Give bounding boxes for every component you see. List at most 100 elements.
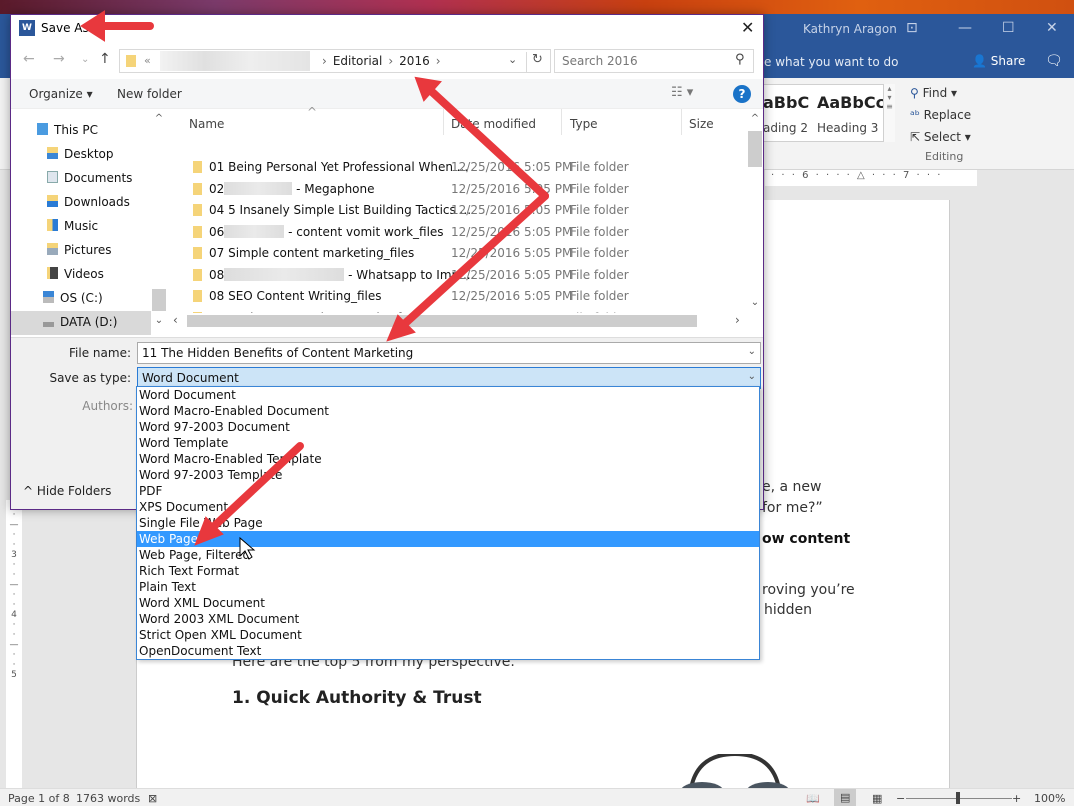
nav-scroll-thumb[interactable] (152, 289, 166, 311)
nav-pictures[interactable]: Pictures (11, 239, 151, 263)
print-layout-icon[interactable]: ▤ (834, 789, 857, 806)
type-option[interactable]: Word 97-2003 Document (137, 419, 759, 435)
type-option[interactable]: Word 2003 XML Document (137, 611, 759, 627)
close-icon[interactable]: ✕ (1046, 20, 1058, 36)
scroll-up-icon[interactable]: ^ (747, 113, 763, 124)
find-button[interactable]: ⚲ Find ▾ (910, 82, 971, 104)
file-row[interactable]: 01 Being Personal Yet Professional When … (181, 157, 751, 178)
hide-folders-button[interactable]: ^ Hide Folders (23, 484, 111, 498)
column-divider[interactable] (561, 109, 562, 135)
nav-videos[interactable]: Videos (11, 263, 151, 287)
forward-icon[interactable]: → (53, 51, 65, 67)
chevron-down-icon[interactable]: ⌄ (748, 371, 756, 382)
file-scroll-thumb[interactable] (748, 131, 762, 167)
read-mode-icon[interactable]: 📖 (806, 792, 820, 805)
comment-icon[interactable]: 🗨 (1045, 53, 1063, 69)
back-icon[interactable]: ← (23, 51, 35, 67)
scroll-down-icon[interactable]: ⌄ (151, 315, 167, 326)
file-row[interactable]: 02 - Megaphone 12/25/2016 5:05 PM File fol… (181, 179, 751, 200)
file-list-hscrollbar[interactable]: ‹ › (169, 313, 747, 329)
column-size[interactable]: Size (689, 117, 714, 131)
style-heading3-sample[interactable]: AaBbCc (817, 93, 885, 112)
type-option[interactable]: Word Macro-Enabled Document (137, 403, 759, 419)
type-option[interactable]: Single File Web Page (137, 515, 759, 531)
file-row[interactable]: 04 5 Insanely Simple List Building Tacti… (181, 200, 751, 221)
nav-data-d[interactable]: DATA (D:) (11, 311, 151, 335)
scroll-left-icon[interactable]: ‹ (173, 313, 178, 327)
address-bar[interactable]: « › Editorial › 2016 › ⌄ ↻ (119, 49, 551, 73)
type-option[interactable]: Word XML Document (137, 595, 759, 611)
new-folder-button[interactable]: New folder (117, 87, 182, 101)
minimize-icon[interactable]: — (958, 20, 972, 36)
folder-icon (126, 55, 136, 67)
nav-documents[interactable]: Documents (11, 167, 151, 191)
search-icon[interactable]: ⚲ (735, 52, 745, 67)
chevron-down-icon[interactable]: ⌄ (748, 346, 756, 357)
type-option[interactable]: Web Page (137, 531, 759, 547)
replace-button[interactable]: ᵃᵇ Replace (910, 104, 971, 126)
type-option[interactable]: Strict Open XML Document (137, 627, 759, 643)
type-option[interactable]: Word Template (137, 435, 759, 451)
column-date-modified[interactable]: Date modified (451, 117, 536, 131)
scroll-right-icon[interactable]: › (735, 313, 740, 327)
web-layout-icon[interactable]: ▦ (872, 792, 882, 805)
nav-scrollbar[interactable]: ^ ⌄ (151, 109, 167, 337)
nav-downloads[interactable]: Downloads (11, 191, 151, 215)
zoom-in-button[interactable]: + (1012, 792, 1021, 805)
type-option[interactable]: Word Macro-Enabled Template (137, 451, 759, 467)
overflow-chevron[interactable]: « (144, 54, 151, 67)
column-divider[interactable] (443, 109, 444, 135)
column-name[interactable]: Name (189, 117, 224, 131)
type-option[interactable]: Rich Text Format (137, 563, 759, 579)
type-option[interactable]: OpenDocument Text (137, 643, 759, 659)
proofing-icon[interactable]: ⊠ (148, 792, 157, 805)
file-row[interactable]: 08 - Whatsapp to Impr... 12/25/2016 5:05 … (181, 265, 751, 286)
help-icon[interactable]: ? (733, 85, 751, 103)
refresh-icon[interactable]: ↻ (526, 52, 543, 72)
file-row[interactable]: 07 Simple content marketing_files 12/25/2… (181, 243, 751, 264)
nav-desktop[interactable]: Desktop (11, 143, 151, 167)
type-option[interactable]: Word Document (137, 387, 759, 403)
vertical-ruler[interactable]: ··—··3··—··4··—··5 (6, 500, 22, 792)
breadcrumb-editorial[interactable]: Editorial (333, 54, 383, 68)
file-row[interactable]: 08 SEO Content Writing_files 12/25/2016 5… (181, 286, 751, 307)
dialog-close-icon[interactable]: ✕ (741, 18, 754, 37)
nav-os-c[interactable]: OS (C:) (11, 287, 151, 311)
file-list-scrollbar[interactable]: ^ ⌄ (747, 109, 763, 313)
breadcrumb-2016[interactable]: 2016 (399, 54, 430, 68)
style-heading2-sample[interactable]: aBbC (763, 93, 809, 112)
zoom-out-button[interactable]: − (896, 792, 905, 805)
column-divider[interactable] (681, 109, 682, 135)
file-row[interactable]: 06 - content vomit work_files 12/25/2016 … (181, 222, 751, 243)
type-option[interactable]: Web Page, Filtered (137, 547, 759, 563)
type-option[interactable]: Word 97-2003 Template (137, 467, 759, 483)
recent-chevron-icon[interactable]: ⌄ (81, 54, 89, 65)
type-option[interactable]: PDF (137, 483, 759, 499)
horizontal-ruler[interactable]: · · · 6 · · · · △ · · · 7 · · · (765, 170, 977, 186)
styles-scroll[interactable]: ▴ ▾ ≡ (883, 84, 895, 142)
nav-music[interactable]: Music (11, 215, 151, 239)
search-input[interactable]: Search 2016 ⚲ (554, 49, 754, 73)
ribbon-display-icon[interactable]: ⊡ (906, 20, 918, 36)
hscroll-thumb[interactable] (187, 315, 697, 327)
share-button[interactable]: 👤 Share (972, 54, 1025, 68)
word-count[interactable]: 1763 words (76, 792, 140, 805)
type-option[interactable]: XPS Document (137, 499, 759, 515)
scroll-up-icon[interactable]: ^ (151, 113, 167, 124)
up-icon[interactable]: ↑ (99, 51, 111, 67)
page-count[interactable]: Page 1 of 8 (8, 792, 70, 805)
type-option[interactable]: Plain Text (137, 579, 759, 595)
organize-button[interactable]: Organize ▾ (29, 87, 93, 101)
column-type[interactable]: Type (570, 117, 598, 131)
select-button[interactable]: ⇱ Select ▾ (910, 126, 971, 148)
file-name-input[interactable]: 11 The Hidden Benefits of Content Market… (137, 342, 761, 364)
zoom-level[interactable]: 100% (1034, 792, 1065, 805)
view-options-icon[interactable]: ☷ ▾ (671, 85, 693, 100)
address-dropdown-icon[interactable]: ⌄ (508, 53, 517, 66)
zoom-slider-thumb[interactable] (956, 792, 960, 804)
styles-gallery[interactable]: aBbC AaBbCc ading 2 Heading 3 (760, 84, 890, 142)
scroll-down-icon[interactable]: ⌄ (747, 297, 763, 308)
nav-this-pc[interactable]: This PC (11, 119, 151, 143)
tell-me-input[interactable]: e what you want to do (764, 55, 898, 69)
maximize-icon[interactable]: ☐ (1002, 20, 1015, 36)
